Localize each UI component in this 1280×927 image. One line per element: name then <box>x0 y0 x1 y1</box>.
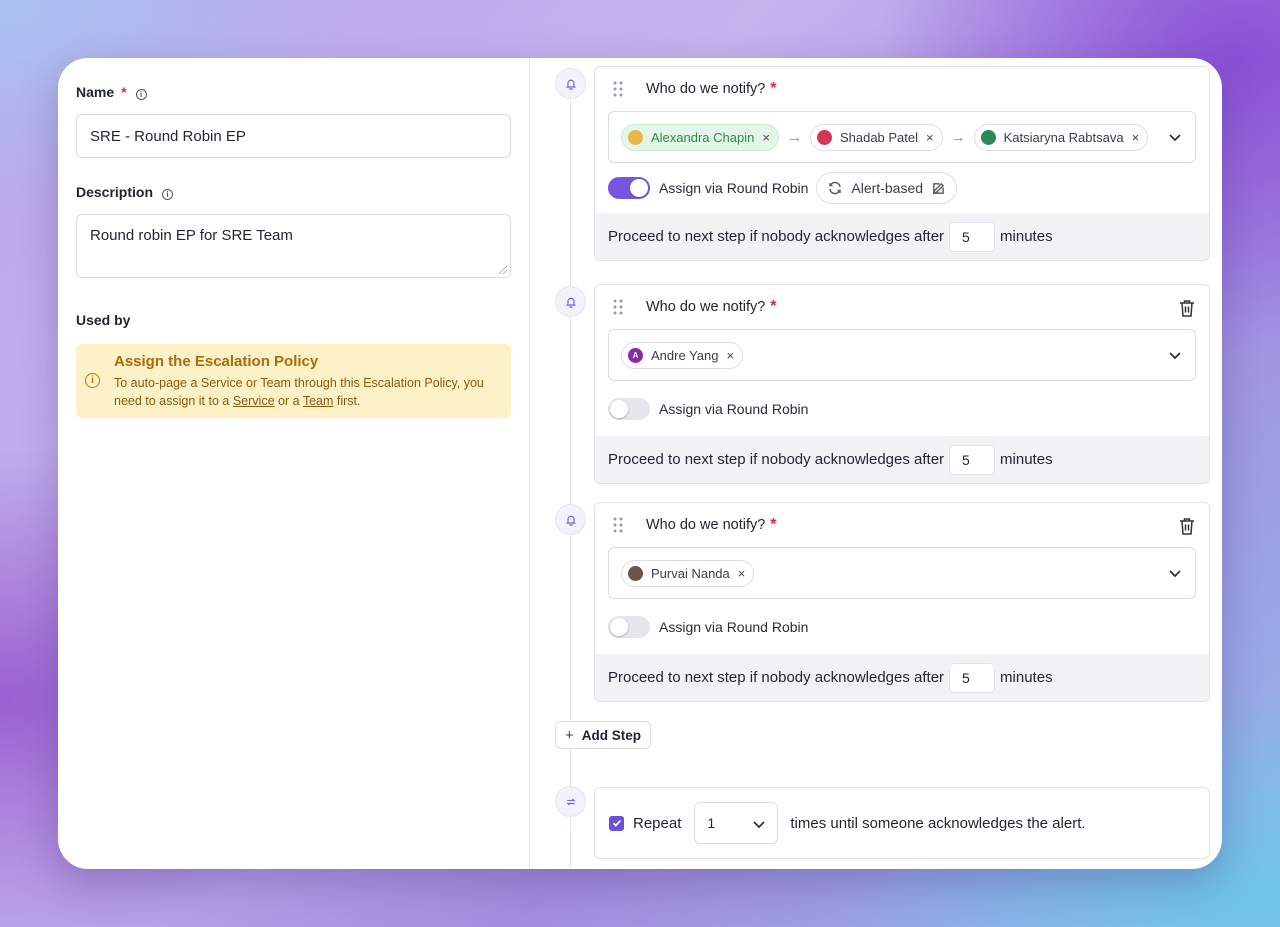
trash-icon[interactable] <box>1179 299 1195 317</box>
edit-pencil-icon[interactable] <box>931 181 946 196</box>
remove-recipient-button[interactable]: × <box>726 348 734 363</box>
recipient-chip: Alexandra Chapin × <box>621 123 779 151</box>
who-notify-label: Who do we notify? <box>646 517 766 533</box>
name-label: Name * i <box>76 84 511 100</box>
remove-recipient-button[interactable]: × <box>1132 130 1140 145</box>
trash-icon[interactable] <box>1179 517 1195 535</box>
recipient-chip: Katsiaryna Rabtsava × <box>973 123 1149 151</box>
round-robin-label: Assign via Round Robin <box>659 618 809 635</box>
who-notify-label: Who do we notify? <box>646 81 766 97</box>
repeat-arrows-icon <box>566 798 575 805</box>
escalation-steps-panel: Who do we notify? * Alexandra Chapin × →… <box>530 58 1222 869</box>
escalation-policy-card: Name * i SRE - Round Robin EP Description… <box>58 58 1222 869</box>
timeline-rail <box>570 78 571 868</box>
required-asterisk: * <box>770 516 777 533</box>
chevron-down-icon[interactable] <box>1168 348 1182 362</box>
repeat-node <box>555 786 586 817</box>
recipients-select[interactable]: Alexandra Chapin × → Shadab Patel × → Ka… <box>608 111 1196 163</box>
escalation-step-3: Who do we notify? * Purvai Nanda × Assig… <box>594 502 1210 702</box>
info-icon[interactable]: i <box>135 88 147 100</box>
user-avatar-icon <box>816 129 832 145</box>
description-value: Round robin EP for SRE Team <box>90 227 293 244</box>
drag-handle-icon[interactable] <box>612 80 624 98</box>
proceed-row: Proceed to next step if nobody acknowled… <box>595 436 1209 483</box>
service-link[interactable]: Service <box>233 394 275 408</box>
arrow-right-icon: → <box>786 128 802 146</box>
repeat-row: Repeat 1 times until someone acknowledge… <box>594 787 1210 859</box>
name-input[interactable]: SRE - Round Robin EP <box>76 114 511 158</box>
minutes-input[interactable]: 5 <box>949 444 996 475</box>
round-robin-label: Assign via Round Robin <box>659 180 809 196</box>
proceed-row: Proceed to next step if nobody acknowled… <box>595 213 1209 260</box>
round-robin-label: Assign via Round Robin <box>659 400 809 417</box>
drag-handle-icon[interactable] <box>612 516 624 534</box>
plus-icon: + <box>565 726 574 744</box>
info-icon[interactable]: i <box>162 188 174 200</box>
description-label: Description i <box>76 184 511 200</box>
repeat-checkbox[interactable] <box>609 815 624 831</box>
info-circle-icon: i <box>85 373 100 388</box>
user-avatar-icon <box>628 565 643 581</box>
name-input-value: SRE - Round Robin EP <box>90 127 246 145</box>
recipients-select[interactable]: A Andre Yang × <box>608 329 1196 381</box>
checkmark-icon <box>612 819 621 827</box>
round-robin-toggle[interactable] <box>608 397 650 420</box>
repeat-label: Repeat <box>633 814 682 832</box>
bell-icon <box>565 79 576 90</box>
step-node <box>555 286 586 317</box>
escalation-step-2: Who do we notify? * A Andre Yang × Assig… <box>594 284 1210 484</box>
step-node <box>555 504 586 535</box>
chevron-down-icon[interactable] <box>1168 130 1182 144</box>
remove-recipient-button[interactable]: × <box>762 130 770 145</box>
repeat-times-select[interactable]: 1 <box>694 802 779 844</box>
chevron-down-icon[interactable] <box>1168 566 1182 580</box>
user-avatar-icon: A <box>628 347 643 363</box>
round-robin-mode-pill[interactable]: Alert-based <box>816 172 958 204</box>
resize-handle-icon[interactable] <box>499 266 507 274</box>
arrow-right-icon: → <box>950 128 966 146</box>
minutes-input[interactable]: 5 <box>949 662 996 693</box>
description-textarea[interactable]: Round robin EP for SRE Team <box>76 214 511 278</box>
recipient-chip: Purvai Nanda × <box>621 559 755 587</box>
notice-body: To auto-page a Service or Team through t… <box>114 376 484 408</box>
user-avatar-icon <box>628 129 643 145</box>
required-asterisk: * <box>770 298 777 315</box>
bell-icon <box>565 297 576 308</box>
step-node <box>555 68 586 99</box>
refresh-icon <box>829 181 842 195</box>
assign-policy-notice: i Assign the Escalation Policy To auto-p… <box>76 344 511 418</box>
proceed-row: Proceed to next step if nobody acknowled… <box>595 654 1209 701</box>
escalation-step-1: Who do we notify? * Alexandra Chapin × →… <box>594 66 1210 261</box>
recipient-chip: Shadab Patel × <box>809 123 943 151</box>
round-robin-toggle[interactable] <box>608 615 650 638</box>
add-step-button[interactable]: + Add Step <box>555 721 652 749</box>
minutes-input[interactable]: 5 <box>949 221 996 252</box>
policy-details-panel: Name * i SRE - Round Robin EP Description… <box>58 58 530 869</box>
required-asterisk: * <box>121 84 127 100</box>
chevron-down-icon <box>753 821 765 829</box>
user-avatar-icon <box>980 129 996 145</box>
bell-icon <box>565 515 576 526</box>
drag-handle-icon[interactable] <box>612 298 624 316</box>
notice-title: Assign the Escalation Policy <box>114 353 319 370</box>
recipient-chip: A Andre Yang × <box>621 341 744 369</box>
used-by-label: Used by <box>76 312 131 328</box>
remove-recipient-button[interactable]: × <box>926 130 934 145</box>
who-notify-label: Who do we notify? <box>646 299 766 315</box>
repeat-suffix: times until someone acknowledges the ale… <box>790 814 1086 832</box>
round-robin-toggle[interactable] <box>608 177 650 199</box>
team-link[interactable]: Team <box>303 394 334 408</box>
recipients-select[interactable]: Purvai Nanda × <box>608 547 1196 599</box>
required-asterisk: * <box>770 80 777 97</box>
remove-recipient-button[interactable]: × <box>738 566 746 581</box>
